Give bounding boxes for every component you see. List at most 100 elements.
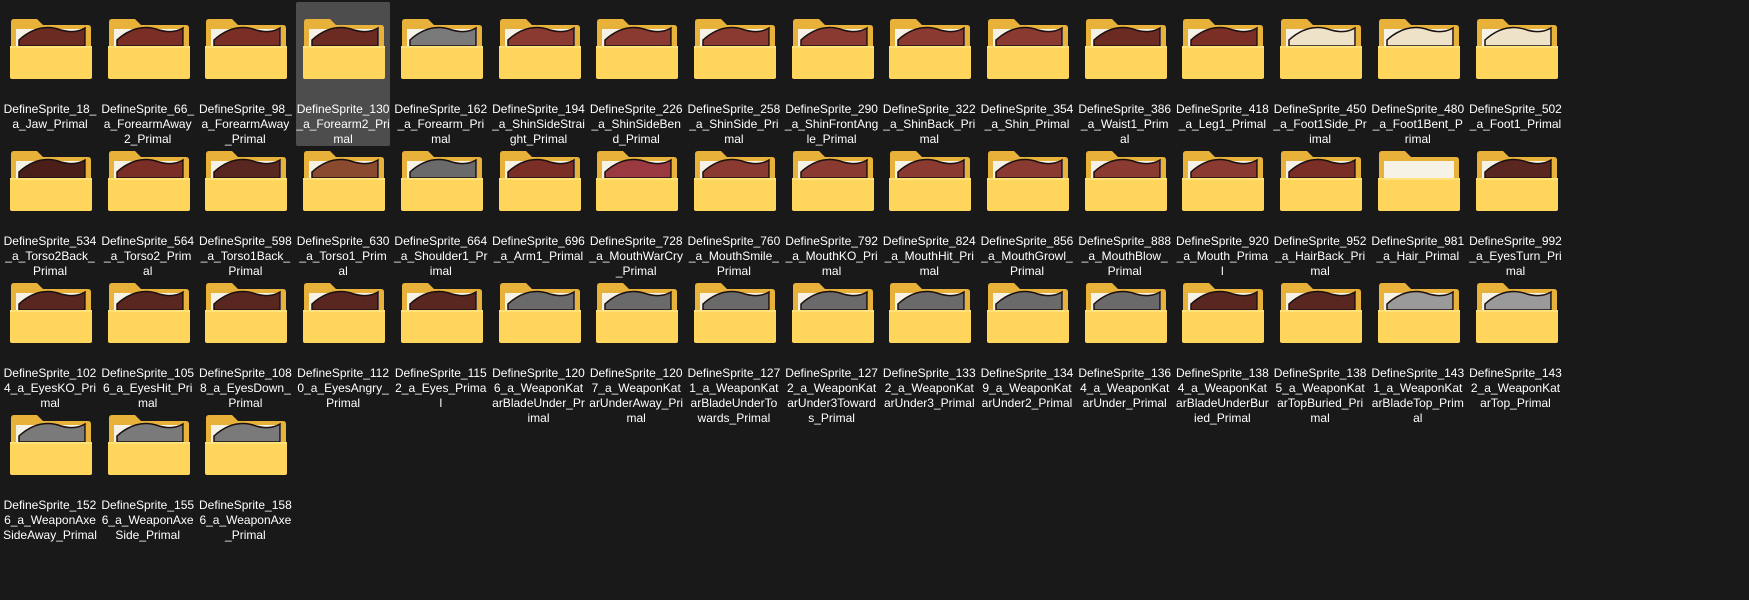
- folder-item[interactable]: DefineSprite_322_a_ShinBack_Primal: [882, 2, 976, 146]
- folder-item[interactable]: DefineSprite_418_a_Leg1_Primal: [1175, 2, 1269, 146]
- folder-item[interactable]: DefineSprite_502_a_Foot1_Primal: [1469, 2, 1563, 146]
- folder-icon: [888, 280, 972, 344]
- folder-icon: [1377, 280, 1461, 344]
- folder-item[interactable]: DefineSprite_534_a_Torso2Back_Primal: [3, 134, 97, 278]
- folder-icon: [302, 280, 386, 344]
- folder-item[interactable]: DefineSprite_664_a_Shoulder1_Primal: [394, 134, 488, 278]
- folder-icon: [1377, 16, 1461, 80]
- folder-item[interactable]: DefineSprite_824_a_MouthHit_Primal: [882, 134, 976, 278]
- folder-icon: [1475, 16, 1559, 80]
- folder-icon: [498, 16, 582, 80]
- folder-item[interactable]: DefineSprite_386_a_Waist1_Primal: [1078, 2, 1172, 146]
- folder-item[interactable]: DefineSprite_194_a_ShinSideStraight_Prim…: [492, 2, 586, 146]
- folder-item[interactable]: DefineSprite_1364_a_WeaponKatarUnder_Pri…: [1078, 266, 1172, 410]
- folder-item[interactable]: DefineSprite_564_a_Torso2_Primal: [101, 134, 195, 278]
- folder-icon: [400, 280, 484, 344]
- folder-item[interactable]: DefineSprite_981_a_Hair_Primal: [1371, 134, 1465, 278]
- folder-item[interactable]: DefineSprite_1432_a_WeaponKatarTop_Prima…: [1469, 266, 1563, 410]
- folder-label: DefineSprite_502_a_Foot1_Primal: [1469, 102, 1562, 131]
- folder-icon: [986, 16, 1070, 80]
- folder-icon: [693, 280, 777, 344]
- folder-icon: [400, 148, 484, 212]
- folder-item[interactable]: DefineSprite_598_a_Torso1Back_Primal: [198, 134, 292, 278]
- folder-item[interactable]: DefineSprite_728_a_MouthWarCry_Primal: [589, 134, 683, 278]
- folder-item[interactable]: DefineSprite_1207_a_WeaponKatarUnderAway…: [589, 266, 683, 425]
- folder-icon: [1377, 148, 1461, 212]
- folder-item[interactable]: DefineSprite_696_a_Arm1_Primal: [492, 134, 586, 278]
- folder-item[interactable]: DefineSprite_792_a_MouthKO_Primal: [785, 134, 879, 278]
- folder-icon: [693, 16, 777, 80]
- folder-label: DefineSprite_1431_a_WeaponKatarBladeTop_…: [1371, 366, 1465, 425]
- folder-label: DefineSprite_354_a_Shin_Primal: [980, 102, 1074, 131]
- folder-item[interactable]: DefineSprite_1088_a_EyesDown_Primal: [198, 266, 292, 410]
- folder-item[interactable]: DefineSprite_290_a_ShinFrontAngle_Primal: [785, 2, 879, 146]
- folder-icon: [204, 412, 288, 476]
- folder-item[interactable]: DefineSprite_630_a_Torso1_Primal: [296, 134, 390, 278]
- folder-icon: [986, 148, 1070, 212]
- folder-item[interactable]: DefineSprite_1556_a_WeaponAxeSide_Primal: [101, 398, 195, 542]
- folder-icon: [9, 148, 93, 212]
- folder-icon: [204, 16, 288, 80]
- folder-label: DefineSprite_1586_a_WeaponAxe_Primal: [199, 498, 292, 542]
- folder-item[interactable]: DefineSprite_98_a_ForearmAway_Primal: [198, 2, 292, 146]
- folder-icon: [302, 16, 386, 80]
- folder-icon: [1181, 148, 1265, 212]
- folder-item[interactable]: DefineSprite_920_a_Mouth_Primal: [1175, 134, 1269, 278]
- folder-item[interactable]: DefineSprite_1385_a_WeaponKatarTopBuried…: [1273, 266, 1367, 425]
- folder-item[interactable]: DefineSprite_354_a_Shin_Primal: [980, 2, 1074, 146]
- folder-icon: [1475, 280, 1559, 344]
- folder-item[interactable]: DefineSprite_130_a_Forearm2_Primal: [296, 2, 391, 146]
- folder-icon: [107, 148, 191, 212]
- folder-label: DefineSprite_1556_a_WeaponAxeSide_Primal: [101, 498, 195, 542]
- folder-icon: [595, 280, 679, 344]
- folder-item[interactable]: DefineSprite_162_a_Forearm_Primal: [394, 2, 488, 146]
- file-grid: DefineSprite_18_a_Jaw_Primal DefineSprite…: [0, 0, 1749, 600]
- folder-item[interactable]: DefineSprite_856_a_MouthGrowl_Primal: [980, 134, 1074, 278]
- folder-item[interactable]: DefineSprite_1586_a_WeaponAxe_Primal: [198, 398, 292, 542]
- folder-icon: [888, 16, 972, 80]
- folder-item[interactable]: DefineSprite_1384_a_WeaponKatarBladeUnde…: [1175, 266, 1269, 425]
- folder-icon: [107, 280, 191, 344]
- folder-icon: [595, 148, 679, 212]
- folder-item[interactable]: DefineSprite_888_a_MouthBlow_Primal: [1078, 134, 1172, 278]
- folder-item[interactable]: DefineSprite_226_a_ShinSideBend_Primal: [589, 2, 683, 146]
- folder-icon: [400, 16, 484, 80]
- folder-icon: [1279, 148, 1363, 212]
- folder-item[interactable]: DefineSprite_1349_a_WeaponKatarUnder2_Pr…: [980, 266, 1074, 410]
- folder-label: DefineSprite_1385_a_WeaponKatarTopBuried…: [1273, 366, 1367, 425]
- folder-label: DefineSprite_1332_a_WeaponKatarUnder3_Pr…: [882, 366, 976, 410]
- folder-icon: [107, 16, 191, 80]
- folder-item[interactable]: DefineSprite_1332_a_WeaponKatarUnder3_Pr…: [882, 266, 976, 410]
- folder-label: DefineSprite_18_a_Jaw_Primal: [3, 102, 97, 131]
- folder-label: DefineSprite_1120_a_EyesAngry_Primal: [297, 366, 390, 410]
- folder-item[interactable]: DefineSprite_952_a_HairBack_Primal: [1273, 134, 1367, 278]
- folder-icon: [888, 148, 972, 212]
- folder-item[interactable]: DefineSprite_1120_a_EyesAngry_Primal: [296, 266, 390, 410]
- folder-item[interactable]: DefineSprite_760_a_MouthSmile_Primal: [687, 134, 781, 278]
- folder-item[interactable]: DefineSprite_1152_a_Eyes_Primal: [394, 266, 488, 410]
- folder-item[interactable]: DefineSprite_480_a_Foot1Bent_Primal: [1371, 2, 1465, 146]
- folder-item[interactable]: DefineSprite_66_a_ForearmAway2_Primal: [101, 2, 195, 146]
- folder-item[interactable]: DefineSprite_1056_a_EyesHit_Primal: [101, 266, 195, 410]
- folder-item[interactable]: DefineSprite_1272_a_WeaponKatarUnder3Tow…: [785, 266, 879, 425]
- folder-label: DefineSprite_1271_a_WeaponKatarBladeUnde…: [687, 366, 781, 425]
- folder-item[interactable]: DefineSprite_1526_a_WeaponAxeSideAway_Pr…: [3, 398, 97, 542]
- folder-icon: [1084, 148, 1168, 212]
- folder-item[interactable]: DefineSprite_450_a_Foot1Side_Primal: [1273, 2, 1367, 146]
- folder-item[interactable]: DefineSprite_1431_a_WeaponKatarBladeTop_…: [1371, 266, 1465, 425]
- folder-icon: [986, 280, 1070, 344]
- folder-item[interactable]: DefineSprite_18_a_Jaw_Primal: [3, 2, 97, 146]
- folder-item[interactable]: DefineSprite_1271_a_WeaponKatarBladeUnde…: [687, 266, 781, 425]
- folder-icon: [107, 412, 191, 476]
- folder-label: DefineSprite_696_a_Arm1_Primal: [492, 234, 585, 263]
- folder-icon: [1279, 280, 1363, 344]
- folder-label: DefineSprite_1206_a_WeaponKatarBladeUnde…: [492, 366, 585, 425]
- folder-item[interactable]: DefineSprite_258_a_ShinSide_Primal: [687, 2, 781, 146]
- folder-icon: [9, 16, 93, 80]
- folder-item[interactable]: DefineSprite_1206_a_WeaponKatarBladeUnde…: [492, 266, 586, 425]
- folder-icon: [1475, 148, 1559, 212]
- folder-icon: [791, 16, 875, 80]
- folder-icon: [204, 280, 288, 344]
- folder-item[interactable]: DefineSprite_992_a_EyesTurn_Primal: [1469, 134, 1563, 278]
- folder-item[interactable]: DefineSprite_1024_a_EyesKO_Primal: [3, 266, 97, 410]
